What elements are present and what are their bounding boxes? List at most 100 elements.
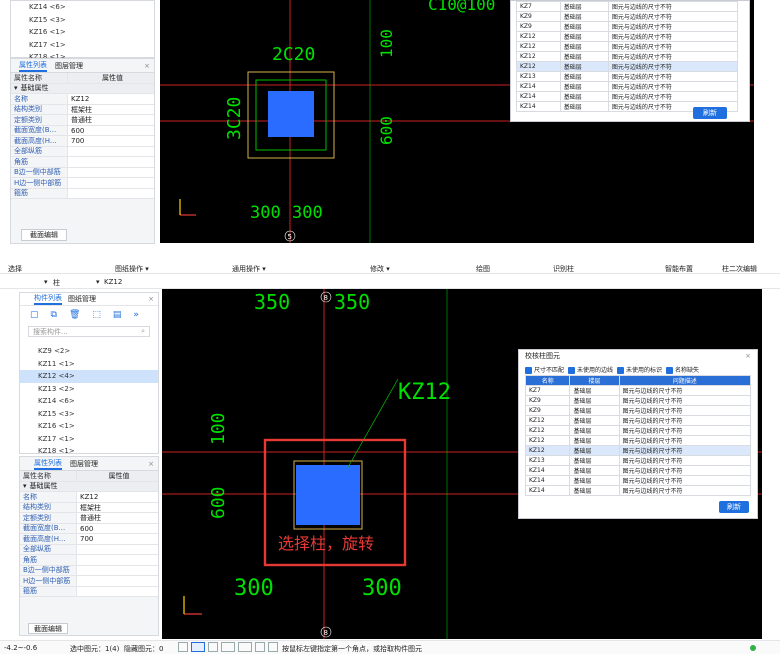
- copy-icon[interactable]: ⧉: [51, 310, 57, 320]
- property-value[interactable]: KZ12: [76, 492, 158, 502]
- table-row[interactable]: KZ12 基础层 图元与边线的尺寸不符: [524, 445, 752, 456]
- tree-item[interactable]: KZ17 <1>: [20, 433, 158, 446]
- tree-item[interactable]: KZ16 <1>: [11, 26, 154, 39]
- layer-toggle-icon[interactable]: [255, 642, 265, 652]
- table-row[interactable]: KZ12 基础层 图元与边线的尺寸不符: [516, 61, 739, 72]
- property-row[interactable]: 截面高度(H... 700: [20, 534, 158, 545]
- property-row[interactable]: 结构类别 框架柱: [20, 502, 158, 513]
- section-edit-button[interactable]: 截面编辑: [21, 229, 67, 241]
- menu-smart-layout[interactable]: 智能布置: [665, 264, 693, 274]
- property-row[interactable]: 全部纵筋: [11, 146, 154, 157]
- close-icon[interactable]: ×: [144, 62, 150, 70]
- tree-item[interactable]: KZ15 <3>: [11, 14, 154, 27]
- filter-checkbox[interactable]: 名称缺失: [666, 365, 699, 374]
- table-row[interactable]: KZ12 基础层 图元与边线的尺寸不符: [524, 425, 752, 436]
- filter-checkbox[interactable]: 未使用的边线: [568, 365, 613, 374]
- property-value[interactable]: [76, 555, 158, 565]
- column-header[interactable]: 问题描述: [618, 375, 752, 386]
- table-row[interactable]: KZ14 基础层 图元与边线的尺寸不符: [524, 485, 752, 496]
- table-row[interactable]: KZ13 基础层 图元与边线的尺寸不符: [516, 71, 739, 82]
- property-row[interactable]: 角筋: [11, 157, 154, 168]
- table-row[interactable]: KZ12 基础层 图元与边线的尺寸不符: [516, 41, 739, 52]
- filter-checkbox[interactable]: 尺寸不匹配: [525, 365, 564, 374]
- property-value[interactable]: [67, 178, 154, 188]
- property-value[interactable]: [67, 157, 154, 167]
- tree-item[interactable]: KZ14 <6>: [11, 1, 154, 14]
- snap-icon[interactable]: [238, 642, 252, 652]
- property-value[interactable]: [76, 565, 158, 575]
- property-row[interactable]: 定额类别 普通柱: [20, 513, 158, 524]
- layer-icon[interactable]: ⬚: [92, 310, 101, 320]
- tree-item[interactable]: KZ12 <4>: [20, 370, 158, 383]
- checkbox-icon[interactable]: [568, 366, 576, 374]
- property-row[interactable]: 定额类别 普通柱: [11, 115, 154, 126]
- property-row[interactable]: 名称 KZ12: [20, 492, 158, 503]
- table-row[interactable]: KZ12 基础层 图元与边线的尺寸不符: [516, 51, 739, 62]
- tab-properties[interactable]: 属性列表: [19, 60, 47, 72]
- chevron-down-icon[interactable]: ▾: [96, 278, 100, 286]
- close-icon[interactable]: ×: [745, 350, 751, 363]
- table-row[interactable]: KZ14 基础层 图元与边线的尺寸不符: [524, 475, 752, 486]
- tree-item[interactable]: KZ11 <1>: [20, 358, 158, 371]
- menu-draw[interactable]: 绘图: [476, 264, 490, 274]
- property-value[interactable]: 普通柱: [76, 513, 158, 523]
- tree-item[interactable]: KZ16 <1>: [20, 420, 158, 433]
- menu-drawing-ops[interactable]: 图纸操作 ▾: [115, 264, 149, 274]
- table-row[interactable]: KZ9 基础层 图元与边线的尺寸不符: [524, 395, 752, 406]
- element-type[interactable]: 柱: [53, 278, 60, 288]
- tree-item[interactable]: KZ14 <6>: [20, 395, 158, 408]
- refresh-button[interactable]: 刷新: [719, 501, 749, 513]
- new-icon[interactable]: ▢: [30, 310, 39, 320]
- table-row[interactable]: KZ9 基础层 图元与边线的尺寸不符: [516, 11, 739, 22]
- table-row[interactable]: KZ14 基础层 图元与边线的尺寸不符: [524, 465, 752, 476]
- table-row[interactable]: KZ13 基础层 图元与边线的尺寸不符: [524, 455, 752, 466]
- menu-modify[interactable]: 修改 ▾: [370, 264, 390, 274]
- property-value[interactable]: [67, 188, 154, 198]
- property-value[interactable]: KZ12: [67, 94, 154, 104]
- tab-component-list[interactable]: 构件列表: [34, 293, 62, 305]
- property-row[interactable]: B边一侧中部筋: [20, 565, 158, 576]
- element-combo[interactable]: KZ12: [104, 278, 122, 286]
- property-row[interactable]: 结构类别 框架柱: [11, 104, 154, 115]
- table-row[interactable]: KZ12 基础层 图元与边线的尺寸不符: [516, 31, 739, 42]
- tree-item[interactable]: KZ9 <2>: [20, 345, 158, 358]
- menu-column-edit[interactable]: 柱二次编辑: [722, 264, 757, 274]
- checkbox-icon[interactable]: [525, 366, 532, 374]
- tab-layers[interactable]: 图层管理: [55, 61, 83, 71]
- tree-item[interactable]: KZ15 <3>: [20, 408, 158, 421]
- property-row[interactable]: 箍筋: [20, 586, 158, 597]
- property-value[interactable]: 700: [76, 534, 158, 544]
- checkbox-icon[interactable]: [617, 366, 625, 374]
- close-icon[interactable]: ×: [148, 460, 154, 468]
- section-edit-button[interactable]: 截面编辑: [28, 623, 68, 634]
- table-row[interactable]: KZ9 基础层 图元与边线的尺寸不符: [524, 405, 752, 416]
- rotate-icon[interactable]: [268, 642, 278, 652]
- delete-icon[interactable]: 🗑: [69, 310, 80, 320]
- property-value[interactable]: [76, 544, 158, 554]
- property-row[interactable]: H边一侧中部筋: [20, 576, 158, 587]
- search-icon[interactable]: ⌕: [141, 327, 145, 336]
- column-header[interactable]: 名称: [524, 375, 571, 386]
- table-row[interactable]: KZ14 基础层 图元与边线的尺寸不符: [516, 91, 739, 102]
- table-row[interactable]: KZ9 基础层 图元与边线的尺寸不符: [516, 21, 739, 32]
- property-value[interactable]: [76, 576, 158, 586]
- close-icon[interactable]: ×: [148, 295, 154, 303]
- table-row[interactable]: KZ12 基础层 图元与边线的尺寸不符: [524, 415, 752, 426]
- property-row[interactable]: 全部纵筋: [20, 544, 158, 555]
- menu-identify-column[interactable]: 识别柱: [553, 264, 574, 274]
- property-value[interactable]: 600: [76, 523, 158, 533]
- property-value[interactable]: [67, 167, 154, 177]
- property-row[interactable]: 截面高度(H... 700: [11, 136, 154, 147]
- tab-layers[interactable]: 图层管理: [70, 459, 98, 469]
- more-icon[interactable]: »: [133, 310, 139, 320]
- property-value[interactable]: 600: [67, 125, 154, 135]
- tab-properties[interactable]: 属性列表: [34, 458, 62, 470]
- property-row[interactable]: 截面宽度(B... 600: [20, 523, 158, 534]
- table-row[interactable]: KZ12 基础层 图元与边线的尺寸不符: [524, 435, 752, 446]
- filter-checkbox[interactable]: 未使用的标识: [617, 365, 662, 374]
- table-row[interactable]: KZ7 基础层 图元与边线的尺寸不符: [516, 1, 739, 12]
- chevron-down-icon[interactable]: ▾: [44, 278, 48, 286]
- property-row[interactable]: H边一侧中部筋: [11, 178, 154, 189]
- property-row[interactable]: 名称 KZ12: [11, 94, 154, 105]
- tree-item[interactable]: KZ17 <1>: [11, 39, 154, 52]
